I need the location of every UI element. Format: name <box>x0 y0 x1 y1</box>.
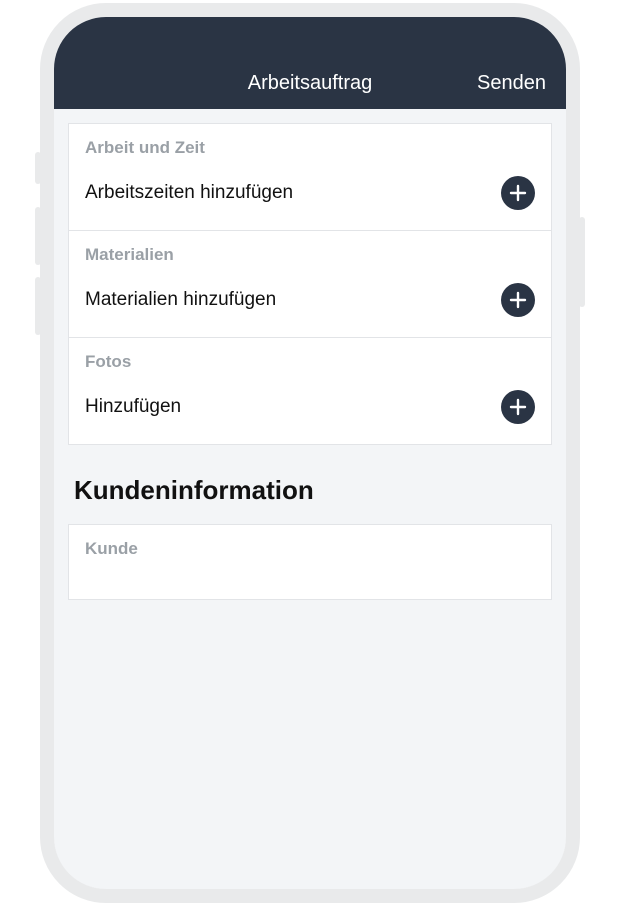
app-screen: Arbeitsauftrag Senden Arbeit und Zeit Ar… <box>54 17 566 889</box>
section-work-time: Arbeit und Zeit Arbeitszeiten hinzufügen <box>69 124 551 230</box>
customer-field-label: Kunde <box>85 539 535 559</box>
customer-info-heading: Kundeninformation <box>68 445 552 524</box>
phone-side-button <box>35 207 41 265</box>
phone-frame: Arbeitsauftrag Senden Arbeit und Zeit Ar… <box>40 3 580 903</box>
plus-icon[interactable] <box>501 283 535 317</box>
row-label: Materialien hinzufügen <box>85 289 276 311</box>
phone-side-button <box>35 277 41 335</box>
content-area: Arbeit und Zeit Arbeitszeiten hinzufügen… <box>54 109 566 614</box>
plus-icon[interactable] <box>501 390 535 424</box>
navbar-title: Arbeitsauftrag <box>248 72 373 95</box>
row-label: Arbeitszeiten hinzufügen <box>85 182 293 204</box>
customer-card: Kunde <box>68 524 552 600</box>
phone-side-button <box>579 217 585 307</box>
navbar: Arbeitsauftrag Senden <box>54 17 566 109</box>
sections-card: Arbeit und Zeit Arbeitszeiten hinzufügen… <box>68 123 552 445</box>
section-header: Fotos <box>69 338 551 378</box>
plus-icon[interactable] <box>501 176 535 210</box>
add-materials-row[interactable]: Materialien hinzufügen <box>69 271 551 337</box>
section-header: Materialien <box>69 231 551 271</box>
row-label: Hinzufügen <box>85 396 181 418</box>
section-photos: Fotos Hinzufügen <box>69 337 551 444</box>
add-work-time-row[interactable]: Arbeitszeiten hinzufügen <box>69 164 551 230</box>
section-materials: Materialien Materialien hinzufügen <box>69 230 551 337</box>
send-button[interactable]: Senden <box>477 72 546 95</box>
section-header: Arbeit und Zeit <box>69 124 551 164</box>
phone-side-button <box>35 152 41 184</box>
add-photos-row[interactable]: Hinzufügen <box>69 378 551 444</box>
